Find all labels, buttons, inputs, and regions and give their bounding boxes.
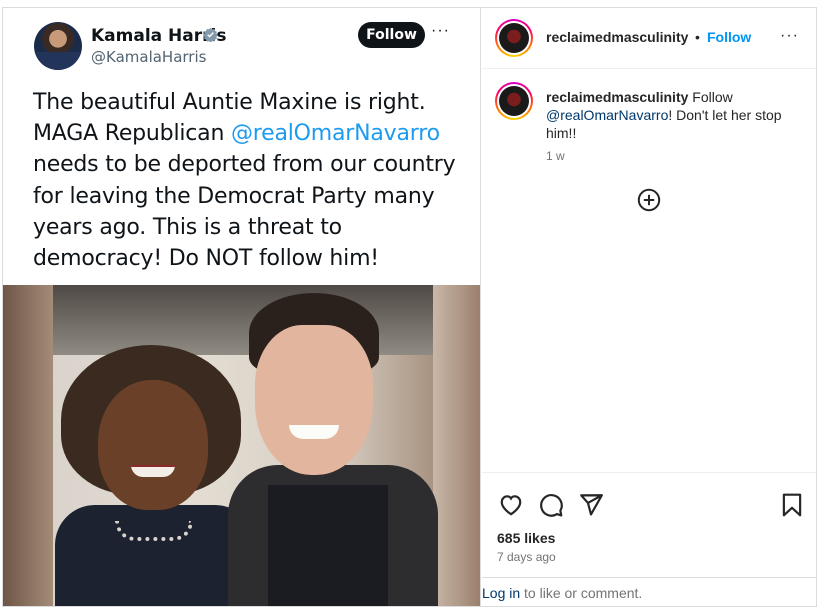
caption-mention[interactable]: @realOmarNavarro: [546, 107, 668, 123]
photo-person-right-face: [255, 325, 373, 475]
post-modal: Kamala Harris @KamalaHarris Follow ··· T…: [2, 7, 817, 607]
tweet-avatar: [34, 22, 82, 70]
photo-person-right-shirt: [268, 485, 388, 606]
tweet-header: Kamala Harris @KamalaHarris Follow ···: [3, 8, 480, 78]
caption-avatar[interactable]: [495, 82, 533, 120]
tweet-more-icon: ···: [431, 22, 450, 39]
tweet-text: The beautiful Auntie Maxine is right. MA…: [33, 87, 473, 274]
caption-username[interactable]: reclaimedmasculinity: [546, 89, 688, 105]
caption-timestamp: 1 w: [546, 149, 565, 163]
likes-count[interactable]: 685 likes: [497, 530, 555, 546]
load-more-comments-icon[interactable]: [637, 188, 661, 212]
author-username[interactable]: reclaimedmasculinity: [546, 29, 688, 45]
photo-pearl-necklace: [115, 521, 193, 541]
post-header: reclaimedmasculinity • Follow ···: [482, 8, 816, 69]
tweet-photo: [3, 285, 480, 606]
post-timestamp: 7 days ago: [497, 550, 556, 564]
login-prompt-text: to like or comment.: [520, 585, 643, 601]
share-icon[interactable]: [578, 492, 604, 518]
post-image: Kamala Harris @KamalaHarris Follow ··· T…: [3, 8, 481, 606]
post-actions: 685 likes 7 days ago Log in to like or c…: [482, 472, 816, 606]
more-options-icon[interactable]: ···: [780, 27, 799, 45]
post-sidebar: reclaimedmasculinity • Follow ··· reclai…: [482, 8, 816, 606]
photo-blur-right: [433, 285, 480, 606]
photo-blur-left: [3, 285, 53, 606]
photo-person-left-smile: [131, 465, 175, 477]
login-link[interactable]: Log in: [482, 585, 520, 601]
caption-text-before: Follow: [688, 89, 733, 105]
header-separator: •: [695, 29, 700, 45]
save-bookmark-icon[interactable]: [779, 492, 805, 518]
tweet-follow-button: Follow: [358, 22, 425, 48]
login-prompt: Log in to like or comment.: [482, 577, 816, 606]
tweet-mention: @realOmarNavarro: [230, 121, 440, 147]
comment-icon[interactable]: [538, 492, 564, 518]
follow-button[interactable]: Follow: [707, 29, 751, 45]
photo-person-right-smile: [289, 425, 339, 439]
like-heart-icon[interactable]: [498, 492, 524, 518]
photo-person-left-face: [98, 380, 208, 510]
author-avatar[interactable]: [495, 19, 533, 57]
post-caption: reclaimedmasculinity Follow @realOmarNav…: [546, 88, 806, 142]
tweet-author-handle: @KamalaHarris: [91, 48, 207, 66]
verified-badge-icon: [203, 27, 218, 42]
tweet-text-after: needs to be deported from our country fo…: [33, 152, 456, 272]
